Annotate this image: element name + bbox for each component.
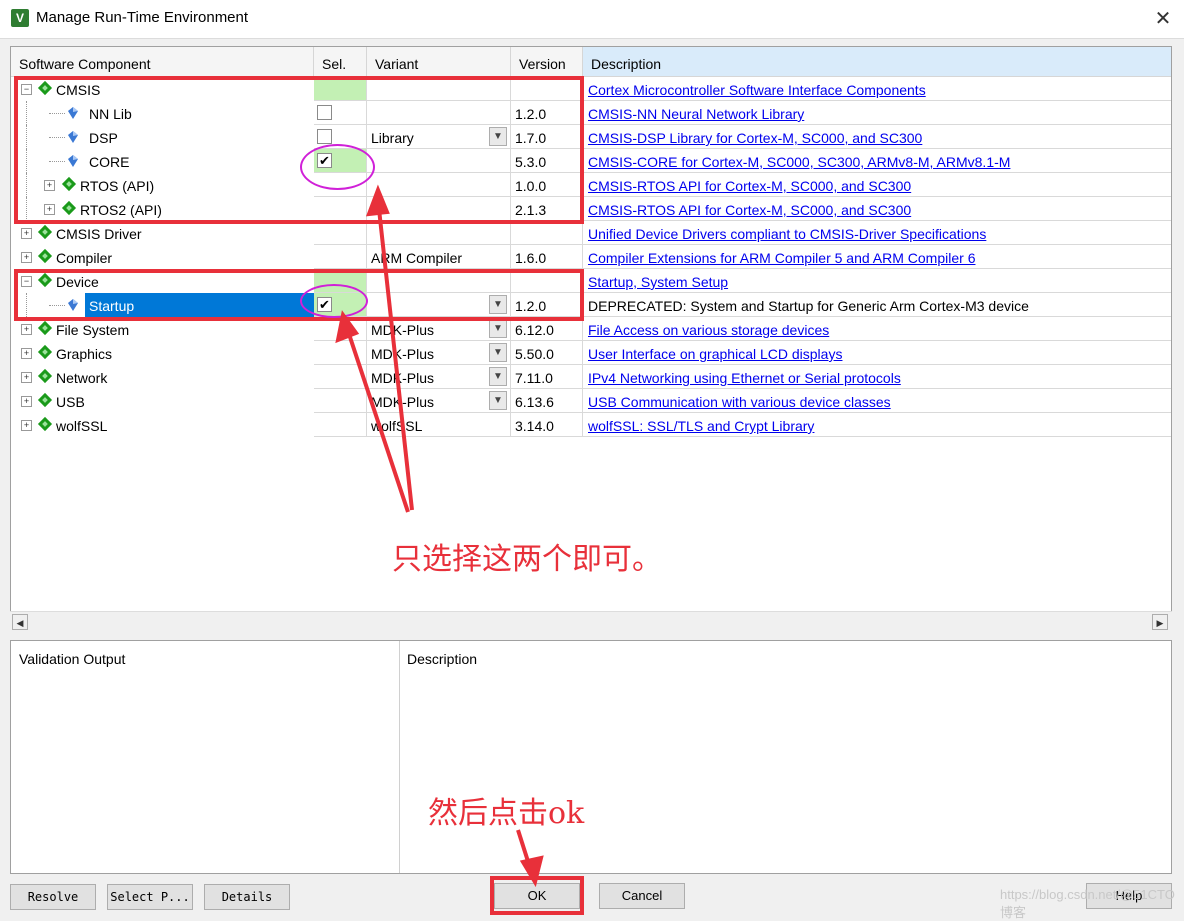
arrow-head-core [365,184,390,217]
arrow-head-startup [335,310,360,344]
annotation-select-note: 只选择这两个即可。 [392,542,662,577]
annotation-arrows [335,184,544,888]
arrow-to-core [376,199,414,511]
arrow-head-ok [519,855,544,888]
annotation-click-note: 然后点击ok [428,796,585,831]
arrow-to-startup [344,324,410,513]
